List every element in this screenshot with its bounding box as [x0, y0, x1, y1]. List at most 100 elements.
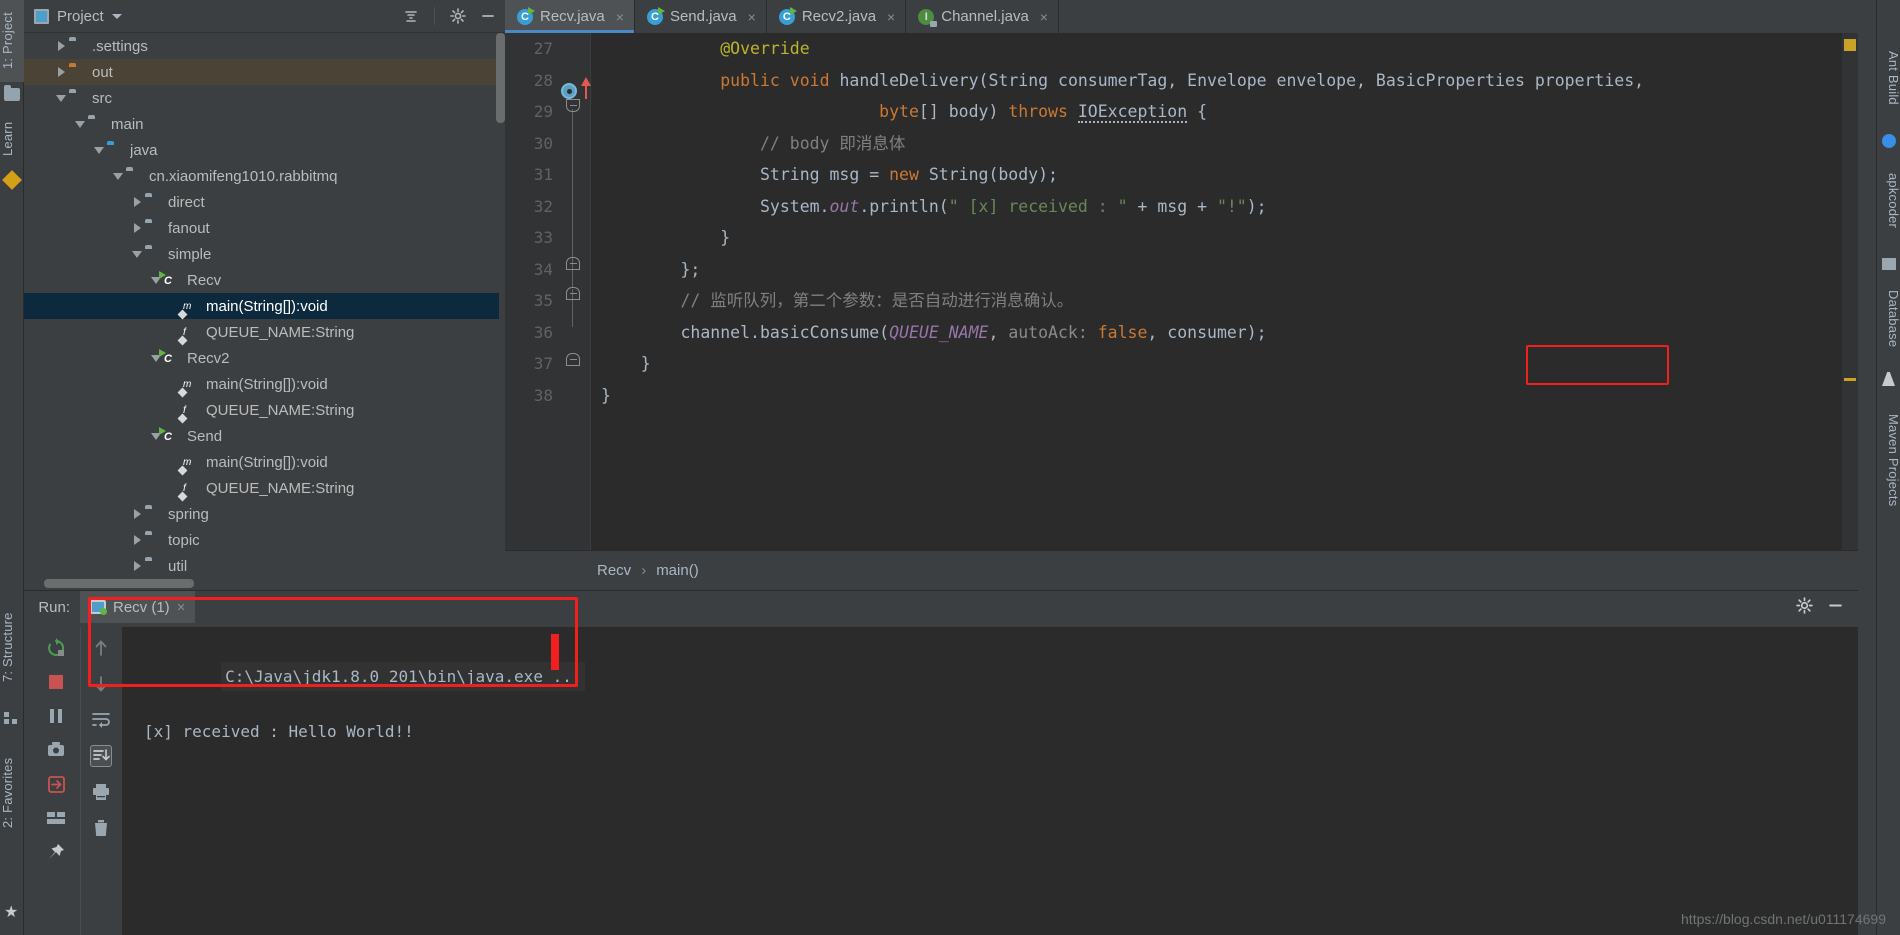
sidebar-item-maven-projects[interactable]: Maven Projects [1877, 390, 1900, 530]
project-tree-vscrollbar[interactable] [496, 33, 505, 123]
code-line[interactable]: 36 channel.basicConsume(QUEUE_NAME, auto… [505, 317, 1858, 349]
pin-icon[interactable] [45, 841, 67, 863]
tree-node[interactable]: QUEUE_NAME:String [24, 319, 499, 345]
code-line[interactable]: 32 System.out.println(" [x] received : "… [505, 191, 1858, 223]
code-line[interactable]: 33 } [505, 222, 1858, 254]
layout-icon[interactable] [45, 807, 67, 829]
close-icon[interactable]: × [887, 9, 895, 25]
gear-icon[interactable] [447, 5, 469, 27]
tree-node[interactable]: QUEUE_NAME:String [24, 397, 499, 423]
editor-tab[interactable]: Recv2.java × [766, 0, 907, 33]
expand-arrow-icon[interactable] [129, 220, 145, 236]
tree-node[interactable]: main [24, 111, 499, 137]
expand-arrow-icon[interactable] [129, 532, 145, 548]
sidebar-item-favorites[interactable]: 2: Favorites [0, 732, 24, 854]
breadcrumb-method[interactable]: main() [656, 562, 699, 579]
code-token: @Override [720, 39, 810, 58]
tree-node[interactable]: spring [24, 501, 499, 527]
sidebar-item-project[interactable]: 1: Project [0, 0, 24, 82]
collapse-arrow-icon[interactable] [91, 142, 107, 158]
expand-arrow-icon[interactable] [129, 558, 145, 574]
soft-wrap-icon[interactable] [90, 709, 112, 731]
clear-all-icon[interactable] [90, 817, 112, 839]
expand-arrow-icon[interactable] [53, 64, 69, 80]
tree-node[interactable]: src [24, 85, 499, 111]
sidebar-item-ant-build[interactable]: Ant Build [1877, 28, 1900, 128]
expand-arrow-icon[interactable] [129, 194, 145, 210]
gear-icon[interactable] [1796, 596, 1813, 618]
collapse-arrow-icon[interactable] [110, 168, 126, 184]
close-icon[interactable]: × [1040, 9, 1048, 25]
editor-tab[interactable]: Send.java × [634, 0, 767, 33]
code-line[interactable]: 31 String msg = new String(body); [505, 159, 1858, 191]
tree-node[interactable]: direct [24, 189, 499, 215]
minimize-button[interactable] [477, 5, 499, 27]
code-token: autoAck: [1008, 322, 1088, 342]
code-line[interactable]: 34 }; [505, 254, 1858, 286]
package-icon [126, 168, 143, 185]
close-icon[interactable]: × [748, 9, 756, 25]
sidebar-item-ant-build-label: Ant Build [1886, 51, 1900, 105]
stop-icon[interactable] [45, 671, 67, 693]
expand-arrow-icon[interactable] [53, 38, 69, 54]
code-token: throws [1008, 102, 1068, 121]
tree-node[interactable]: main(String[]):void [24, 449, 499, 475]
minimize-button[interactable] [1827, 597, 1844, 618]
tree-node[interactable]: java [24, 137, 499, 163]
tree-node[interactable]: .settings [24, 33, 499, 59]
editor-marker-bar[interactable] [1842, 33, 1858, 550]
java-class-icon [778, 6, 797, 25]
project-tree-hscrollbar[interactable] [44, 579, 194, 588]
tree-node[interactable]: util [24, 553, 499, 574]
tree-node[interactable]: fanout [24, 215, 499, 241]
tree-node[interactable]: main(String[]):void [24, 371, 499, 397]
code-line[interactable]: 35 // 监听队列，第二个参数：是否自动进行消息确认。 [505, 285, 1858, 317]
breadcrumb-class[interactable]: Recv [597, 562, 631, 579]
sidebar-item-structure[interactable]: 7: Structure [0, 590, 24, 705]
collapse-arrow-icon[interactable] [72, 116, 88, 132]
sidebar-item-database[interactable]: Database [1877, 274, 1900, 364]
tree-node[interactable]: QUEUE_NAME:String [24, 475, 499, 501]
tree-node[interactable]: topic [24, 527, 499, 553]
breadcrumb[interactable]: Recv › main() [505, 550, 1858, 590]
java-class-icon [517, 6, 535, 25]
folder-blue-icon [107, 142, 124, 159]
editor-tab[interactable]: Channel.java × [906, 0, 1059, 33]
code-line[interactable]: 28 public void handleDelivery(String con… [505, 65, 1858, 97]
scroll-to-end-icon[interactable] [89, 745, 112, 767]
pause-icon[interactable] [45, 705, 67, 727]
code-line[interactable]: 29 byte[] body) throws IOException { [505, 96, 1858, 128]
tree-node[interactable]: main(String[]):void [24, 293, 499, 319]
code-token: handleDelivery [829, 70, 979, 90]
expand-arrow-icon[interactable] [129, 506, 145, 522]
collapse-all-button[interactable] [400, 5, 422, 27]
warning-stripe-2[interactable] [1844, 378, 1856, 381]
run-tool-window: Run: Recv (1) × C:\Java\jdk1.8.0_201\bin… [24, 590, 1858, 935]
tree-node[interactable]: Recv [24, 267, 499, 293]
editor-tab[interactable]: Recv.java × [505, 0, 635, 33]
package-icon [145, 194, 162, 211]
code-line[interactable]: 27 @Override [505, 33, 1858, 65]
tree-node[interactable]: Send [24, 423, 499, 449]
code-line[interactable]: 30 // body 即消息体 [505, 128, 1858, 160]
collapse-arrow-icon[interactable] [129, 246, 145, 262]
tree-node[interactable]: cn.xiaomifeng1010.rabbitmq [24, 163, 499, 189]
tree-node[interactable]: Recv2 [24, 345, 499, 371]
sidebar-item-apkcoder[interactable]: apkcoder [1877, 152, 1900, 250]
print-icon[interactable] [90, 781, 112, 803]
sidebar-item-learn[interactable]: Learn [0, 110, 24, 168]
close-icon[interactable]: × [616, 9, 624, 25]
collapse-arrow-icon[interactable] [53, 90, 69, 106]
tree-node[interactable]: simple [24, 241, 499, 267]
warning-stripe[interactable] [1844, 39, 1856, 51]
dump-threads-icon[interactable] [45, 739, 67, 761]
rerun-icon[interactable] [45, 637, 67, 659]
exit-icon[interactable] [45, 773, 67, 795]
chevron-down-icon[interactable] [111, 13, 122, 19]
code-token: System. [759, 196, 830, 216]
code-editor[interactable]: 27 @Override 28 public void handleDeliver… [505, 33, 1858, 550]
tree-node-label: QUEUE_NAME:String [206, 401, 355, 419]
project-tree[interactable]: .settings out src main java cn.xiaomifeng1010… [24, 33, 499, 574]
tree-node[interactable]: out [24, 59, 499, 85]
